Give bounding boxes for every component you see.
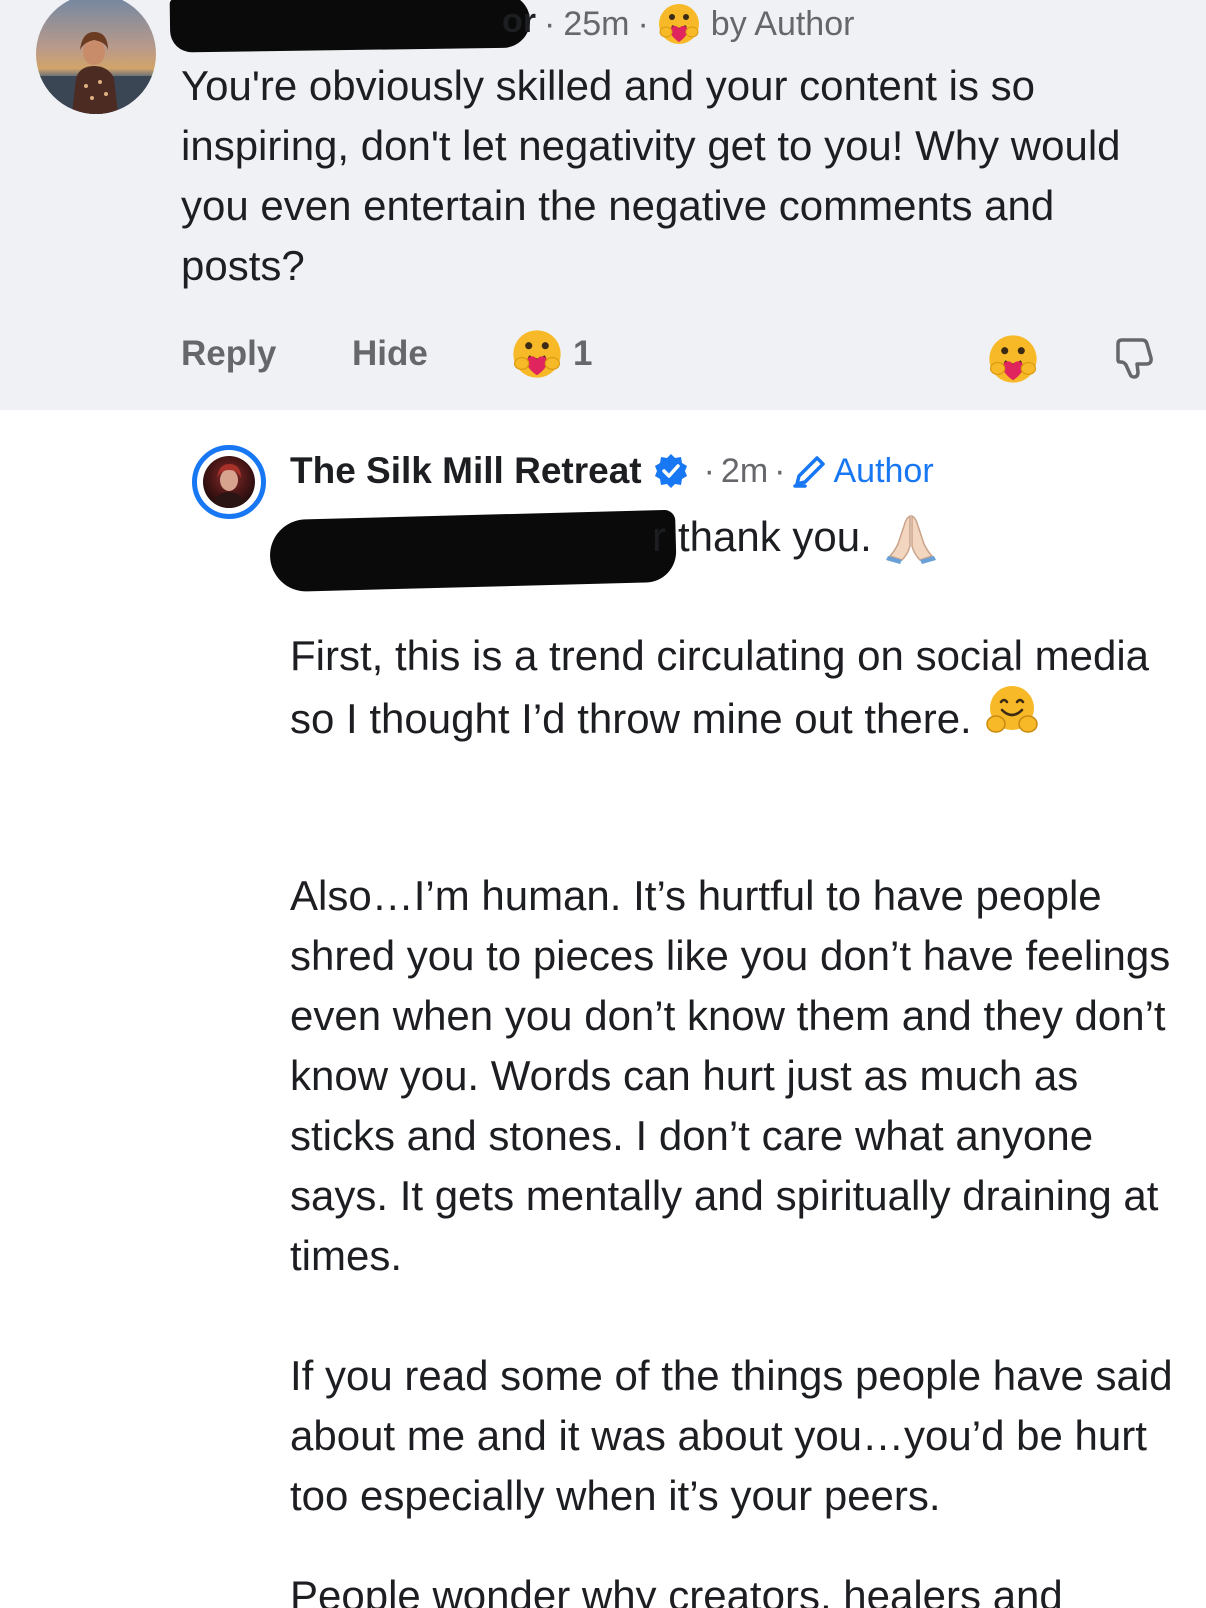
author-reaction-badge: by Author — [710, 4, 855, 43]
reply-paragraph: First, this is a trend circulating on so… — [290, 626, 1190, 758]
reply-button[interactable]: Reply — [181, 334, 276, 374]
reply-timestamp[interactable]: 2m — [721, 452, 768, 491]
reply-header: The Silk Mill Retreat · 2m · Author — [290, 450, 934, 492]
page-avatar[interactable] — [192, 445, 266, 519]
reply-author-name[interactable]: The Silk Mill Retreat — [290, 450, 642, 492]
separator-dot: · — [544, 4, 556, 43]
separator-dot: · — [637, 4, 649, 43]
thumbs-down-icon[interactable] — [1110, 334, 1158, 387]
comment-meta: · 25m · by Author — [536, 2, 854, 46]
reply-paragraph: If you read some of the things people ha… — [290, 1352, 1173, 1519]
hugging-face-emoji-icon — [984, 682, 1040, 754]
page-avatar-image — [203, 456, 255, 508]
hide-button[interactable]: Hide — [352, 334, 428, 374]
care-emoji-icon — [511, 328, 563, 380]
comment-timestamp[interactable]: 25m — [563, 5, 629, 44]
verified-badge-icon — [652, 452, 690, 490]
comment-text: You're obviously skilled and your conten… — [181, 62, 1121, 289]
commenter-name-fragment[interactable]: or — [502, 2, 536, 41]
pencil-icon — [791, 452, 829, 490]
reply-first-line: r thank you. — [652, 510, 938, 564]
care-emoji-icon — [657, 2, 701, 46]
reply-greeting: thank you. — [678, 513, 872, 560]
reply-paragraph: Also…I’m human. It’s hurtful to have peo… — [290, 872, 1171, 1279]
care-emoji-icon — [989, 335, 1037, 383]
redacted-mention — [269, 509, 677, 593]
mention-fragment[interactable]: r — [652, 510, 666, 564]
reaction-count: 1 — [573, 334, 593, 373]
separator-dot: · — [703, 451, 715, 490]
reaction-summary[interactable]: 1 — [511, 328, 592, 380]
folded-hands-emoji-icon — [884, 510, 938, 564]
commenter-avatar[interactable] — [36, 0, 156, 114]
author-badge: Author — [833, 451, 934, 490]
reply-paragraph: People wonder why creators, healers and — [290, 1572, 1063, 1608]
separator-dot: · — [774, 451, 786, 490]
comment-card: or · 25m · by Author You're obviously sk… — [0, 0, 1206, 410]
react-button[interactable] — [987, 333, 1039, 390]
redacted-commenter-name — [169, 0, 531, 53]
